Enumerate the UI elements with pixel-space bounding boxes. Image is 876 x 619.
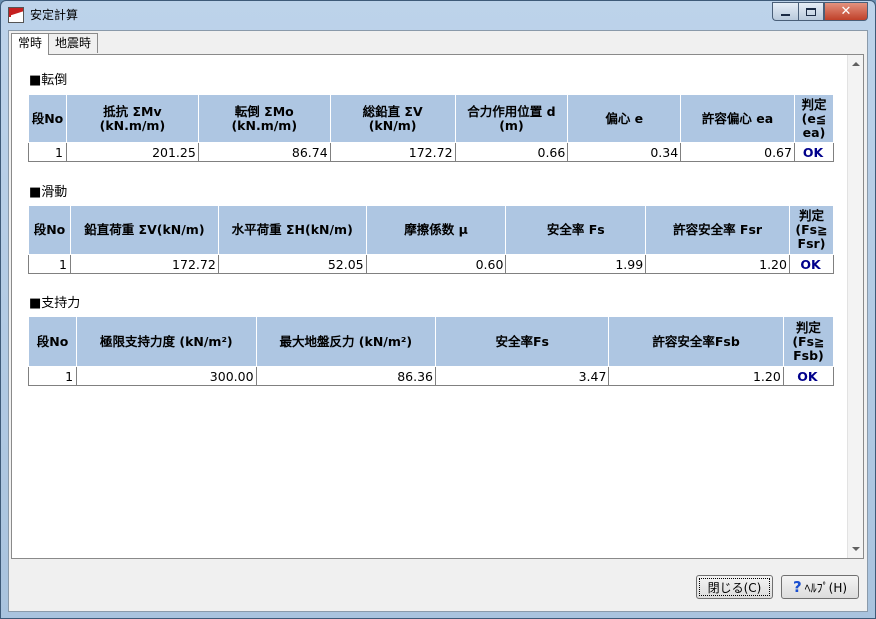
tab-normal[interactable]: 常時	[11, 33, 50, 55]
title-bar[interactable]: 安定計算 ✕	[1, 1, 875, 28]
close-window-button[interactable]: ✕	[824, 2, 868, 21]
column-header: 鉛直荷重 ΣV(kN/m)	[69, 205, 219, 255]
column-header: 最大地盤反力 (kN/m²)	[255, 316, 436, 367]
column-header: 許容安全率 Fsr	[645, 205, 790, 255]
help-button[interactable]: ? ﾍﾙﾌﾟ(H)	[781, 575, 859, 599]
table-cell[interactable]: 201.25	[65, 142, 199, 162]
table-cell[interactable]: 1	[28, 254, 71, 274]
column-header: 摩擦係数 μ	[365, 205, 507, 255]
minimize-icon	[781, 14, 790, 16]
window-title: 安定計算	[30, 8, 79, 22]
table-header-row: 段No 極限支持力度 (kN/m²) 最大地盤反力 (kN/m²) 安全率Fs …	[27, 316, 835, 367]
table-cell[interactable]: 1.20	[645, 254, 790, 274]
table-cell[interactable]: 1	[27, 366, 78, 386]
tab-earthquake[interactable]: 地震時	[48, 33, 99, 53]
help-label: ﾍﾙﾌﾟ(H)	[804, 580, 848, 595]
content-area: ■転倒 段No 抵抗 ΣMv (kN.m/m) 転倒 ΣMo (kN.m/m) 総鉛…	[12, 55, 848, 558]
table-cell[interactable]: 0.34	[567, 142, 682, 162]
column-header: 段No	[28, 205, 71, 255]
column-header: 安全率 Fs	[505, 205, 647, 255]
tab-panel: ■転倒 段No 抵抗 ΣMv (kN.m/m) 転倒 ΣMo (kN.m/m) 総鉛…	[11, 54, 864, 559]
table-cell[interactable]: 52.05	[217, 254, 367, 274]
column-header: 転倒 ΣMo (kN.m/m)	[197, 94, 331, 143]
column-header: 総鉛直 ΣV (kN/m)	[329, 94, 456, 143]
close-icon: ✕	[840, 4, 852, 19]
client-area: 常時 地震時 ■転倒 段No 抵抗 ΣMv (kN.m/m) 転倒 ΣMo (kN.…	[8, 30, 868, 612]
dialog-window: 安定計算 ✕ 常時 地震時 ■転倒 段No 抵抗 ΣMv (kN.m/m) 転倒 …	[0, 0, 876, 619]
bearing-table: 段No 極限支持力度 (kN/m²) 最大地盤反力 (kN/m²) 安全率Fs …	[27, 316, 835, 386]
caption-buttons: ✕	[772, 2, 868, 21]
column-header: 極限支持力度 (kN/m²)	[76, 316, 257, 367]
table-cell[interactable]: 300.00	[76, 366, 257, 386]
maximize-button[interactable]	[798, 2, 824, 21]
overturning-title: ■転倒	[29, 73, 68, 88]
sliding-title: ■滑動	[29, 185, 68, 200]
table-cell[interactable]: 1.20	[608, 366, 784, 386]
overturning-table: 段No 抵抗 ΣMv (kN.m/m) 転倒 ΣMo (kN.m/m) 総鉛直 ΣV…	[28, 94, 835, 162]
scroll-down-icon[interactable]	[852, 547, 860, 551]
column-header: 抵抗 ΣMv (kN.m/m)	[65, 94, 199, 143]
scroll-up-icon[interactable]	[852, 62, 860, 66]
table-header-row: 段No 鉛直荷重 ΣV(kN/m) 水平荷重 ΣH(kN/m) 摩擦係数 μ 安…	[28, 205, 835, 255]
table-cell[interactable]: 1	[28, 142, 67, 162]
judgement-ok[interactable]: OK	[788, 254, 835, 274]
column-header: 段No	[28, 94, 67, 143]
table-row: 1 172.72 52.05 0.60 1.99 1.20 OK	[28, 254, 835, 274]
minimize-button[interactable]	[772, 2, 798, 21]
vertical-scrollbar[interactable]	[847, 55, 863, 558]
tab-bar: 常時 地震時	[11, 33, 99, 55]
column-header: 判定 (e≦ ea)	[793, 94, 835, 143]
column-header: 許容安全率Fsb	[608, 316, 784, 367]
column-header: 水平荷重 ΣH(kN/m)	[217, 205, 367, 255]
close-button[interactable]: 閉じる(C)	[696, 575, 773, 599]
judgement-ok[interactable]: OK	[782, 366, 835, 386]
sliding-table: 段No 鉛直荷重 ΣV(kN/m) 水平荷重 ΣH(kN/m) 摩擦係数 μ 安…	[28, 205, 835, 274]
table-cell[interactable]: 172.72	[69, 254, 219, 274]
table-row: 1 201.25 86.74 172.72 0.66 0.34 0.67 OK	[28, 142, 835, 162]
column-header: 許容偏心 ea	[680, 94, 795, 143]
table-cell[interactable]: 172.72	[329, 142, 456, 162]
table-cell[interactable]: 0.66	[454, 142, 569, 162]
column-header: 安全率Fs	[434, 316, 610, 367]
column-header: 合力作用位置 d (m)	[454, 94, 569, 143]
table-cell[interactable]: 86.36	[255, 366, 436, 386]
table-row: 1 300.00 86.36 3.47 1.20 OK	[27, 366, 835, 386]
table-cell[interactable]: 0.60	[365, 254, 507, 274]
table-cell[interactable]: 1.99	[505, 254, 647, 274]
bearing-title: ■支持力	[29, 296, 81, 311]
table-cell[interactable]: 0.67	[680, 142, 795, 162]
maximize-icon	[806, 7, 816, 16]
table-cell[interactable]: 3.47	[434, 366, 610, 386]
judgement-ok[interactable]: OK	[793, 142, 835, 162]
column-header: 判定 (Fs≧ Fsb)	[782, 316, 835, 367]
app-icon	[8, 7, 24, 23]
table-header-row: 段No 抵抗 ΣMv (kN.m/m) 転倒 ΣMo (kN.m/m) 総鉛直 ΣV…	[28, 94, 835, 143]
column-header: 段No	[27, 316, 78, 367]
table-cell[interactable]: 86.74	[197, 142, 331, 162]
help-icon: ?	[792, 578, 802, 596]
column-header: 判定 (Fs≧ Fsr)	[788, 205, 835, 255]
column-header: 偏心 e	[567, 94, 682, 143]
